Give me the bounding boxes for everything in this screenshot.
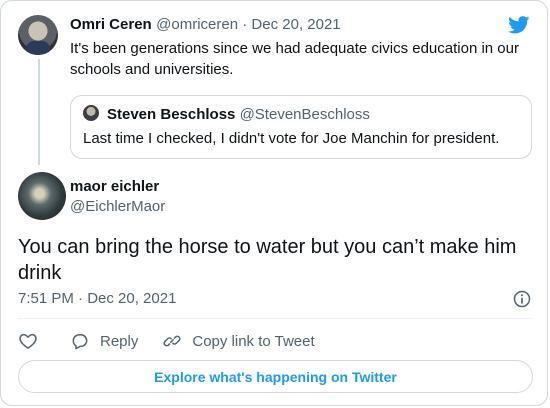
avatar-steven-beschloss xyxy=(83,105,99,121)
main-author-handle[interactable]: @EichlerMaor xyxy=(70,198,165,215)
like-button[interactable] xyxy=(18,331,38,351)
main-author-name-row: maor eichler xyxy=(70,178,159,195)
reply-label: Reply xyxy=(100,332,139,350)
info-icon[interactable] xyxy=(512,289,532,309)
parent-tweet-header: Omri Ceren @omriceren · Dec 20, 2021 xyxy=(70,16,341,34)
quoted-tweet-text: Last time I checked, I didn't vote for J… xyxy=(83,130,500,147)
main-tweet-text: You can bring the horse to water but you… xyxy=(18,236,517,284)
quoted-author-handle: @StevenBeschloss xyxy=(239,106,370,123)
main-author-name[interactable]: maor eichler xyxy=(70,178,159,195)
tweet-actions: Reply Copy link to Tweet xyxy=(18,327,335,355)
avatar-omri-ceren[interactable] xyxy=(18,15,58,55)
header-separator: · xyxy=(238,16,252,33)
quoted-tweet-header: Steven Beschloss @StevenBeschloss xyxy=(107,106,370,123)
thread-connector-line xyxy=(38,59,40,165)
quoted-author-name: Steven Beschloss xyxy=(107,106,236,123)
tweet-timestamp[interactable]: 7:51 PM · Dec 20, 2021 xyxy=(18,290,176,307)
explore-twitter-button[interactable]: Explore what's happening on Twitter xyxy=(18,360,533,393)
quoted-tweet[interactable]: Steven Beschloss @StevenBeschloss Last t… xyxy=(70,95,532,159)
main-author-handle-row: @EichlerMaor xyxy=(70,198,165,216)
link-icon xyxy=(163,335,181,347)
parent-author-handle[interactable]: @omriceren xyxy=(156,16,238,33)
parent-tweet-text: It's been generations since we had adequ… xyxy=(70,40,519,78)
parent-tweet-date[interactable]: Dec 20, 2021 xyxy=(251,16,340,33)
copy-link-button[interactable]: Copy link to Tweet xyxy=(162,331,315,351)
heart-icon xyxy=(19,333,37,349)
copy-link-label: Copy link to Tweet xyxy=(192,332,315,350)
avatar-maor-eichler[interactable] xyxy=(18,172,66,220)
reply-bubble-icon xyxy=(72,334,88,350)
embedded-tweet-card: Omri Ceren @omriceren · Dec 20, 2021 It'… xyxy=(0,0,548,406)
action-divider xyxy=(18,318,533,319)
parent-author-name[interactable]: Omri Ceren xyxy=(70,16,152,33)
reply-button[interactable]: Reply xyxy=(70,331,138,351)
twitter-bird-icon[interactable] xyxy=(508,16,530,34)
